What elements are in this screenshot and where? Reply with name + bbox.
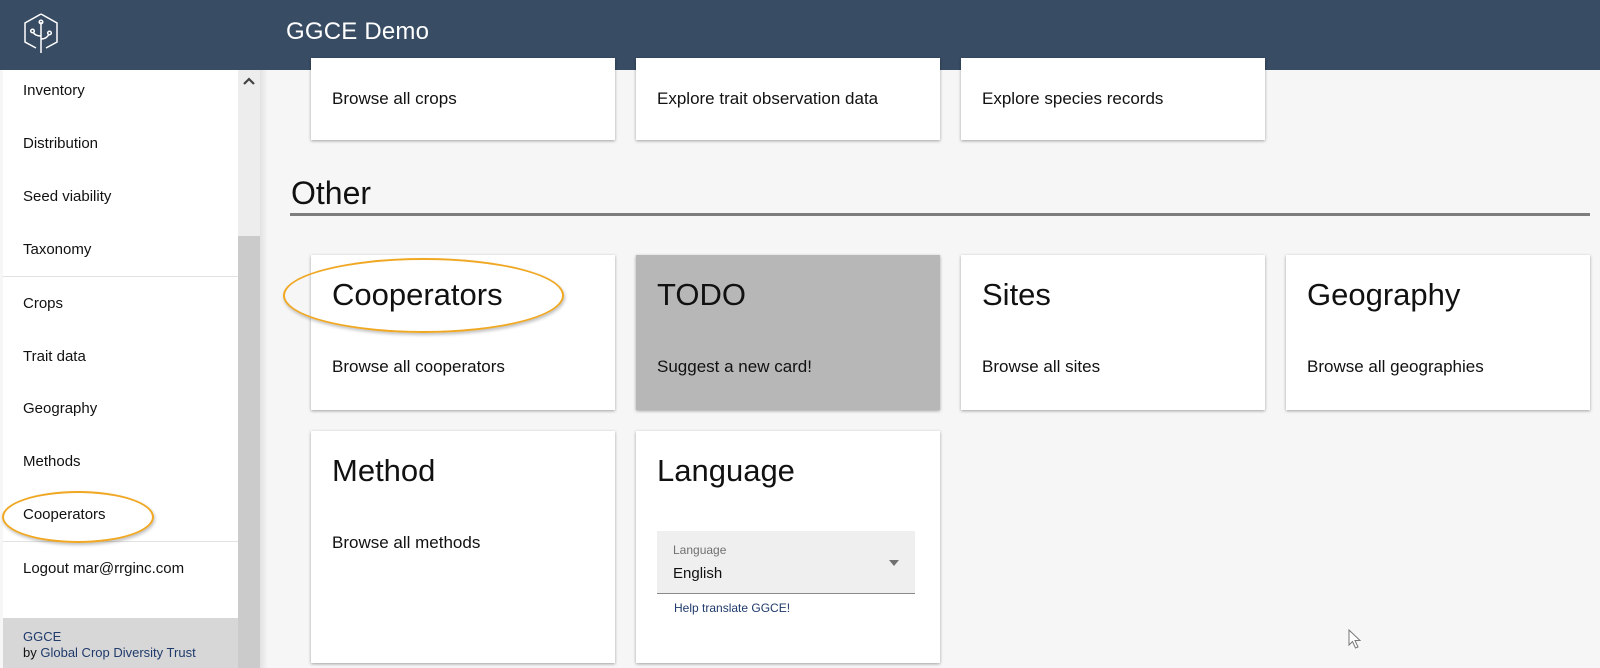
card-title: Method [332, 453, 436, 488]
card-description: Browse all crops [332, 89, 457, 108]
section-divider [290, 213, 1590, 216]
card-title: Sites [982, 277, 1051, 312]
footer-by: by [23, 645, 37, 660]
section-title-other: Other [291, 175, 372, 211]
scroll-up-arrow-icon[interactable] [243, 76, 255, 86]
card-description: Explore trait observation data [657, 89, 879, 108]
user-email: mar@rrginc.com [73, 560, 185, 577]
language-select-label: Language [673, 543, 727, 557]
sidebar-footer: GGCE by Global Crop Diversity Trust [3, 618, 238, 668]
sidebar-item-geography[interactable]: Geography [3, 382, 238, 435]
card-description: Browse all sites [982, 357, 1101, 376]
sidebar-item-crops[interactable]: Crops [3, 277, 238, 330]
card-title: TODO [657, 277, 746, 312]
help-translate-link[interactable]: Help translate GGCE! [674, 601, 790, 615]
card-cooperators[interactable]: Cooperators Browse all cooperators [311, 255, 615, 410]
sidebar-item-methods[interactable]: Methods [3, 435, 238, 488]
card-sites[interactable]: Sites Browse all sites [961, 255, 1265, 410]
card-method[interactable]: Method Browse all methods [311, 431, 615, 663]
card-description: Browse all geographies [1307, 357, 1484, 376]
card-geography[interactable]: Geography Browse all geographies [1286, 255, 1590, 410]
card-trait-data[interactable]: Explore trait observation data [636, 58, 940, 140]
sidebar-scrollbar[interactable] [238, 70, 260, 668]
card-language: Language Language English Help translate… [636, 431, 940, 663]
card-description: Explore species records [982, 89, 1164, 108]
sidebar-item-seed-viability[interactable]: Seed viability [3, 170, 238, 223]
app-title: GGCE Demo [286, 18, 430, 45]
card-description: Suggest a new card! [657, 357, 812, 376]
mouse-cursor-icon [1348, 629, 1362, 649]
sidebar-shadow [260, 70, 268, 668]
sidebar-item-cooperators[interactable]: Cooperators [3, 488, 238, 541]
sidebar-item-inventory[interactable]: Inventory [3, 64, 238, 117]
sidebar-nav: Inventory Distribution Seed viability Ta… [3, 70, 238, 668]
language-select-value: English [673, 565, 723, 582]
footer-org-link[interactable]: Global Crop Diversity Trust [40, 645, 195, 660]
scrollbar-thumb[interactable] [238, 236, 260, 668]
card-crops[interactable]: Browse all crops [311, 58, 615, 140]
sidebar-item-trait-data[interactable]: Trait data [3, 330, 238, 383]
sidebar-item-taxonomy[interactable]: Taxonomy [3, 223, 238, 276]
language-select[interactable]: Language English [657, 531, 915, 594]
card-description: Browse all methods [332, 533, 481, 552]
logout-button[interactable]: Logout mar@rrginc.com [3, 542, 238, 595]
footer-app-link[interactable]: GGCE [23, 629, 238, 645]
tree-hexagon-logo-icon[interactable] [22, 12, 60, 54]
card-title: Language [657, 453, 795, 488]
card-description: Browse all cooperators [332, 357, 505, 376]
dropdown-arrow-icon[interactable] [889, 560, 899, 566]
card-taxonomy[interactable]: Explore species records [961, 58, 1265, 140]
card-title: Cooperators [332, 277, 503, 312]
logout-label: Logout [23, 560, 69, 577]
card-title: Geography [1307, 277, 1461, 312]
sidebar-item-distribution[interactable]: Distribution [3, 117, 238, 170]
card-todo[interactable]: TODO Suggest a new card! [636, 255, 940, 410]
